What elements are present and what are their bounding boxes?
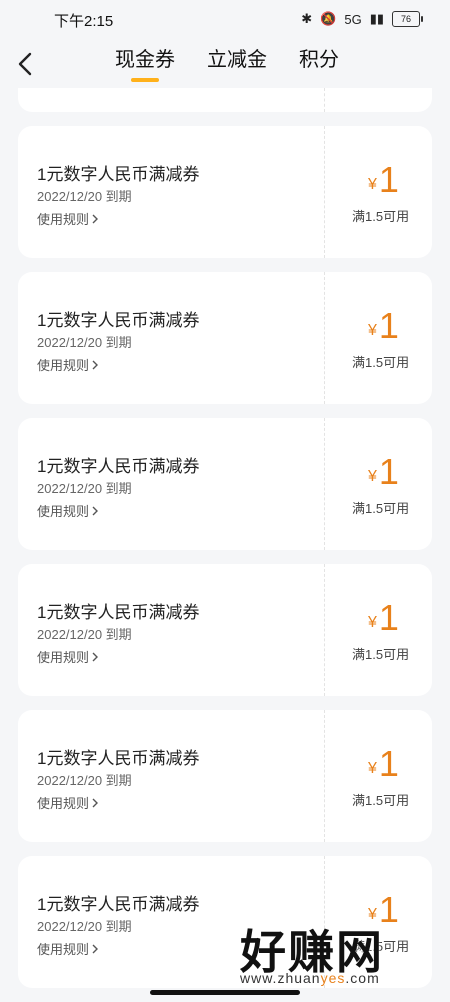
status-bar: 下午2:15 ✱ 🔕 5G ▮▮ 76 bbox=[0, 0, 450, 38]
coupon-amount: ¥ 1 bbox=[368, 746, 399, 782]
usage-rules-label: 使用规则 bbox=[37, 942, 90, 957]
coupon-expiry: 2022/12/20 到期 bbox=[37, 481, 132, 496]
usage-rules-link[interactable]: 使用规则 bbox=[37, 209, 99, 228]
coupon-card-partial bbox=[18, 88, 432, 112]
coupon-amount: ¥ 1 bbox=[368, 162, 399, 198]
mute-icon: 🔕 bbox=[320, 11, 337, 26]
coupon-expiry: 2022/12/20 到期 bbox=[37, 335, 132, 350]
usage-rules-link[interactable]: 使用规则 bbox=[37, 355, 99, 374]
back-arrow-icon[interactable] bbox=[16, 52, 36, 76]
watermark-url-highlight: yes bbox=[320, 970, 346, 986]
signal-icon: ▮▮ bbox=[369, 11, 384, 26]
currency-symbol: ¥ bbox=[368, 760, 377, 777]
watermark-url-pre: www.zhuan bbox=[240, 970, 321, 986]
site-watermark: 好赚网 www.zhuanyes.com bbox=[240, 916, 440, 986]
usage-rules-label: 使用规则 bbox=[37, 504, 90, 519]
tab-instant-discount[interactable]: 立减金 bbox=[207, 48, 267, 84]
usage-rules-link[interactable]: 使用规则 bbox=[37, 501, 99, 520]
amount-value: 1 bbox=[378, 597, 399, 638]
currency-symbol: ¥ bbox=[368, 614, 377, 631]
coupon-title: 1元数字人民币满减券 bbox=[37, 165, 200, 184]
coupon-expiry: 2022/12/20 到期 bbox=[37, 189, 132, 204]
coupon-amount: ¥ 1 bbox=[368, 308, 399, 344]
chevron-right-icon bbox=[92, 360, 99, 369]
chevron-right-icon bbox=[92, 214, 99, 223]
coupon-title: 1元数字人民币满减券 bbox=[37, 895, 200, 914]
card-divider bbox=[324, 126, 325, 258]
coupon-card[interactable]: 1元数字人民币满减券 2022/12/20 到期 使用规则 ¥ 1 满1.5可用 bbox=[18, 272, 432, 404]
battery-icon: 76 bbox=[392, 11, 423, 27]
coupon-list: 1元数字人民币满减券 2022/12/20 到期 使用规则 ¥ 1 满1.5可用… bbox=[18, 88, 432, 1002]
amount-value: 1 bbox=[378, 451, 399, 492]
tab-cash-coupon[interactable]: 现金券 bbox=[115, 48, 175, 84]
coupon-condition: 满1.5可用 bbox=[352, 209, 410, 224]
amount-value: 1 bbox=[378, 743, 399, 784]
coupon-condition: 满1.5可用 bbox=[352, 501, 410, 516]
card-divider bbox=[324, 564, 325, 696]
tab-points[interactable]: 积分 bbox=[299, 48, 339, 84]
coupon-card[interactable]: 1元数字人民币满减券 2022/12/20 到期 使用规则 ¥ 1 满1.5可用 bbox=[18, 418, 432, 550]
coupon-amount: ¥ 1 bbox=[368, 454, 399, 490]
battery-level: 76 bbox=[400, 14, 411, 24]
chevron-right-icon bbox=[92, 652, 99, 661]
network-label: 5G bbox=[344, 11, 362, 27]
chevron-right-icon bbox=[92, 506, 99, 515]
coupon-amount: ¥ 1 bbox=[368, 600, 399, 636]
coupon-condition: 满1.5可用 bbox=[352, 647, 410, 662]
usage-rules-link[interactable]: 使用规则 bbox=[37, 793, 99, 812]
coupon-condition: 满1.5可用 bbox=[352, 355, 410, 370]
header: 现金券 立减金 积分 bbox=[0, 38, 450, 88]
coupon-title: 1元数字人民币满减券 bbox=[37, 311, 200, 330]
home-indicator[interactable] bbox=[150, 990, 300, 995]
usage-rules-link[interactable]: 使用规则 bbox=[37, 939, 99, 958]
coupon-expiry: 2022/12/20 到期 bbox=[37, 919, 132, 934]
coupon-expiry: 2022/12/20 到期 bbox=[37, 627, 132, 642]
usage-rules-label: 使用规则 bbox=[37, 796, 90, 811]
usage-rules-label: 使用规则 bbox=[37, 212, 90, 227]
card-divider bbox=[324, 710, 325, 842]
currency-symbol: ¥ bbox=[368, 322, 377, 339]
usage-rules-label: 使用规则 bbox=[37, 358, 90, 373]
coupon-expiry: 2022/12/20 到期 bbox=[37, 773, 132, 788]
amount-value: 1 bbox=[378, 305, 399, 346]
status-icons: ✱ 🔕 5G ▮▮ 76 bbox=[301, 11, 423, 27]
amount-value: 1 bbox=[378, 159, 399, 200]
coupon-title: 1元数字人民币满减券 bbox=[37, 749, 200, 768]
chevron-right-icon bbox=[92, 798, 99, 807]
card-divider bbox=[324, 88, 325, 112]
coupon-title: 1元数字人民币满减券 bbox=[37, 603, 200, 622]
card-divider bbox=[324, 272, 325, 404]
bluetooth-icon: ✱ bbox=[301, 11, 313, 26]
status-time: 下午2:15 bbox=[54, 13, 114, 30]
coupon-condition: 满1.5可用 bbox=[352, 793, 410, 808]
card-divider bbox=[324, 418, 325, 550]
chevron-right-icon bbox=[92, 944, 99, 953]
coupon-card[interactable]: 1元数字人民币满减券 2022/12/20 到期 使用规则 ¥ 1 满1.5可用 bbox=[18, 710, 432, 842]
coupon-title: 1元数字人民币满减券 bbox=[37, 457, 200, 476]
watermark-url: www.zhuanyes.com bbox=[240, 970, 380, 986]
currency-symbol: ¥ bbox=[368, 468, 377, 485]
coupon-card[interactable]: 1元数字人民币满减券 2022/12/20 到期 使用规则 ¥ 1 满1.5可用 bbox=[18, 564, 432, 696]
usage-rules-label: 使用规则 bbox=[37, 650, 90, 665]
coupon-card[interactable]: 1元数字人民币满减券 2022/12/20 到期 使用规则 ¥ 1 满1.5可用 bbox=[18, 126, 432, 258]
watermark-url-post: .com bbox=[345, 970, 380, 986]
tab-bar: 现金券 立减金 积分 bbox=[115, 48, 339, 84]
usage-rules-link[interactable]: 使用规则 bbox=[37, 647, 99, 666]
currency-symbol: ¥ bbox=[368, 176, 377, 193]
